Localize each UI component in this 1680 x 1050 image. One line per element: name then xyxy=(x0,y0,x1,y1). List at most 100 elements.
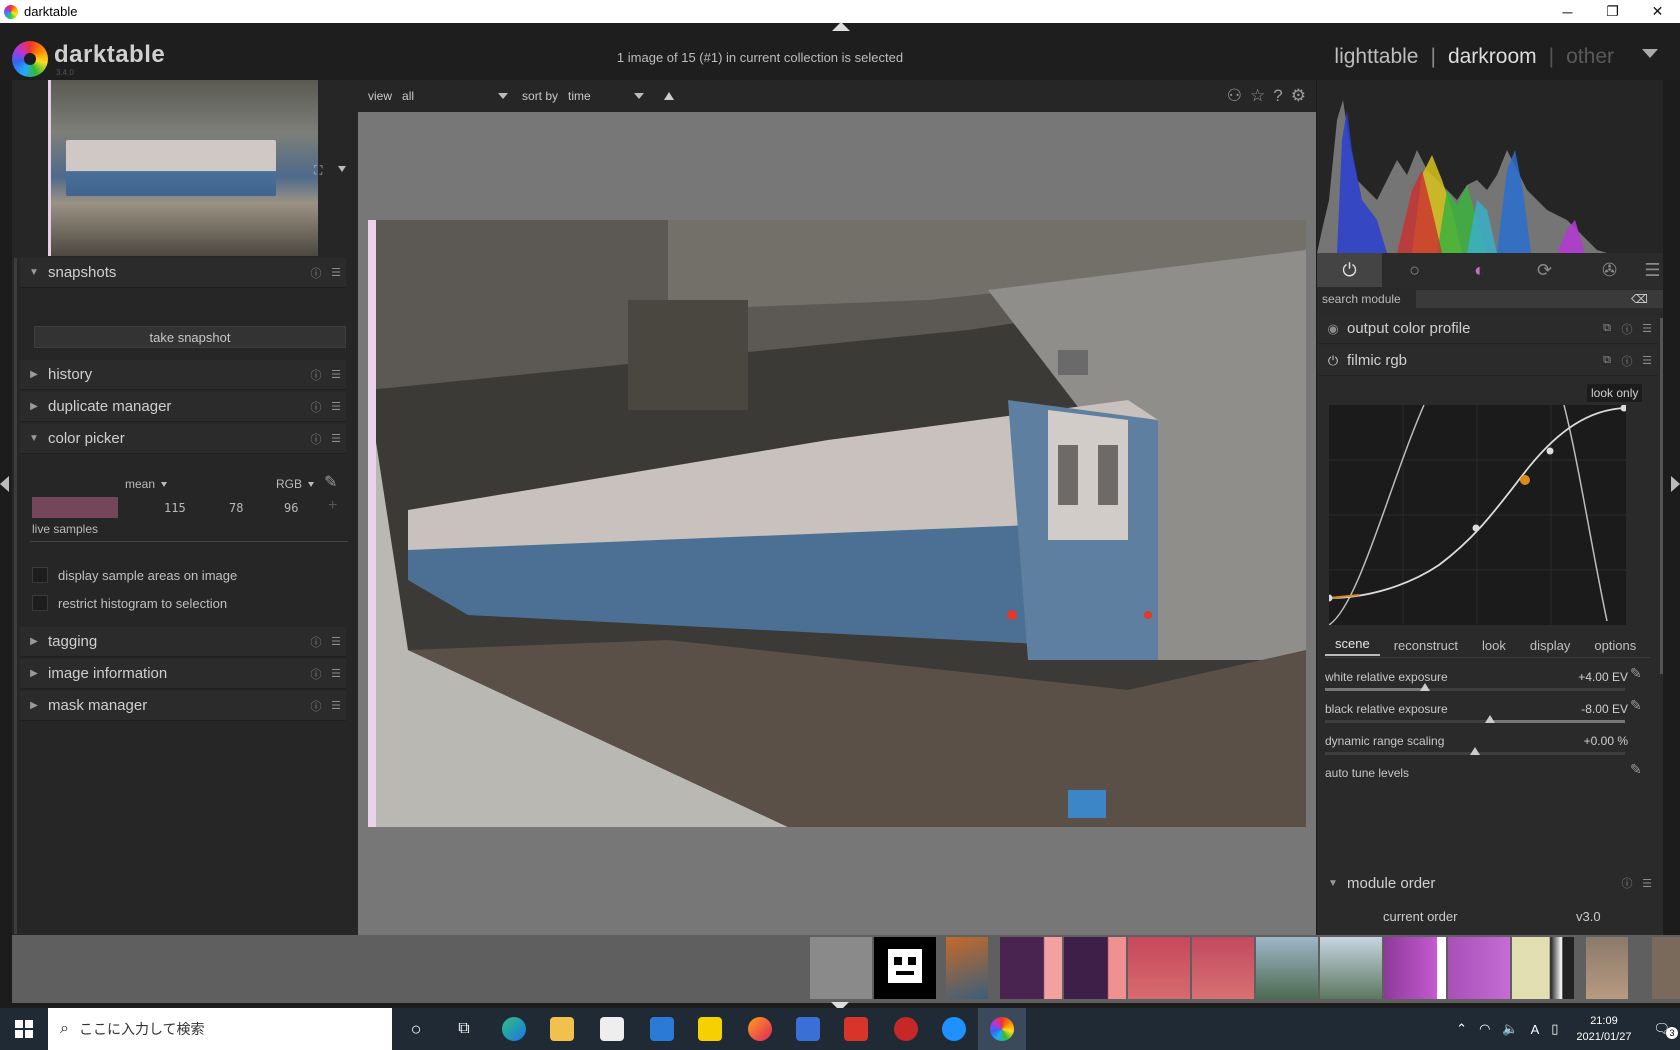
tab-reconstruct[interactable]: reconstruct xyxy=(1394,638,1458,653)
module-tagging[interactable]: ▶ tagging ⓘ ☰ xyxy=(20,627,346,657)
presets-icon[interactable]: ☰ xyxy=(326,266,346,279)
mail-icon[interactable] xyxy=(638,1008,686,1050)
filmstrip-thumb[interactable] xyxy=(946,937,988,999)
presets-icon[interactable]: ☰ xyxy=(1637,322,1657,335)
take-snapshot-button[interactable]: take snapshot xyxy=(34,326,346,348)
module-color-picker[interactable]: ▼ color picker ⓘ ☰ xyxy=(20,424,346,454)
eyedropper-icon[interactable]: ✎ xyxy=(324,472,337,492)
presets-icon[interactable]: ☰ xyxy=(326,368,346,381)
search-module-input[interactable] xyxy=(1416,290,1663,308)
filmstrip-thumb[interactable] xyxy=(1512,937,1574,999)
module-filmic-rgb[interactable]: ⏻ filmic rgb ⧉ ⓘ ☰ xyxy=(1319,346,1657,376)
module-image-information[interactable]: ▶ image information ⓘ ☰ xyxy=(20,659,346,689)
filmic-curve-graph[interactable] xyxy=(1325,404,1628,626)
view-menu-dropdown-icon[interactable] xyxy=(1642,49,1658,58)
view-darkroom[interactable]: darkroom xyxy=(1448,45,1537,69)
effect-group-icon[interactable]: ✇ xyxy=(1577,253,1642,287)
filmstrip-thumb[interactable] xyxy=(1192,937,1254,999)
white-exposure-slider[interactable]: white relative exposure +4.00 EV xyxy=(1325,666,1628,696)
power-icon[interactable]: ◉ xyxy=(1319,321,1347,337)
power-icon[interactable]: ⏻ xyxy=(1319,353,1347,369)
histogram[interactable] xyxy=(1317,80,1663,253)
settings-icon[interactable]: ⚙ xyxy=(1291,86,1306,106)
main-image[interactable] xyxy=(368,220,1306,827)
top-panel-collapse-icon[interactable] xyxy=(832,22,850,31)
reset-icon[interactable]: ⓘ xyxy=(306,399,326,415)
filmstrip-thumb[interactable] xyxy=(874,937,936,999)
presets-icon[interactable]: ☰ xyxy=(1637,877,1657,890)
black-exposure-slider[interactable]: black relative exposure -8.00 EV xyxy=(1325,698,1628,728)
filmstrip-thumb[interactable] xyxy=(1384,937,1446,999)
filmstrip-thumb[interactable] xyxy=(1128,937,1190,999)
notification-icon[interactable]: ▯ xyxy=(1551,1021,1558,1037)
picker-mode-select[interactable]: mean xyxy=(125,477,168,491)
black-exposure-picker-icon[interactable]: ✎ xyxy=(1630,697,1642,714)
filmstrip-thumb[interactable] xyxy=(1000,937,1062,999)
module-output-color-profile[interactable]: ◉ output color profile ⧉ ⓘ ☰ xyxy=(1319,314,1657,344)
module-snapshots[interactable]: ▼ snapshots ⓘ ☰ xyxy=(20,258,346,288)
help-icon[interactable]: ? xyxy=(1273,86,1282,106)
task-view-icon[interactable]: ⧉ xyxy=(440,1008,488,1050)
minimize-button[interactable]: ─ xyxy=(1545,0,1590,23)
module-mask-manager[interactable]: ▶ mask manager ⓘ ☰ xyxy=(20,691,346,721)
store-icon[interactable] xyxy=(588,1008,636,1050)
sort-order-icon[interactable] xyxy=(664,92,675,100)
active-modules-power-icon[interactable]: ⏻ xyxy=(1317,253,1382,287)
display-sample-areas-checkbox[interactable] xyxy=(32,567,48,583)
filmstrip-thumb[interactable] xyxy=(810,937,872,999)
filmstrip-thumb[interactable] xyxy=(1652,937,1680,999)
presets-icon[interactable]: ☰ xyxy=(326,400,346,413)
dynamic-range-slider[interactable]: dynamic range scaling +0.00 % xyxy=(1325,730,1628,760)
chevron-up-icon[interactable]: ⌃ xyxy=(1456,1021,1467,1037)
reset-icon[interactable]: ⓘ xyxy=(306,634,326,650)
tab-options[interactable]: options xyxy=(1594,638,1636,653)
app-icon[interactable] xyxy=(832,1008,880,1050)
maximize-button[interactable]: ❐ xyxy=(1590,0,1635,23)
multi-instance-icon[interactable]: ⧉ xyxy=(1597,322,1617,335)
sticky-notes-icon[interactable] xyxy=(686,1008,734,1050)
picker-space-select[interactable]: RGB xyxy=(276,477,315,491)
view-filter-select[interactable]: all xyxy=(402,89,512,103)
volume-icon[interactable]: 🔈 xyxy=(1502,1021,1518,1037)
base-group-circle-icon[interactable]: ○ xyxy=(1382,253,1447,287)
presets-icon[interactable]: ☰ xyxy=(326,432,346,445)
filmstrip-thumb[interactable] xyxy=(1586,937,1628,999)
restrict-histogram-checkbox[interactable] xyxy=(32,595,48,611)
correct-group-icon[interactable]: ⟳ xyxy=(1512,253,1577,287)
presets-icon[interactable]: ☰ xyxy=(326,635,346,648)
taskbar-search[interactable]: ⌕ ここに入力して検索 xyxy=(48,1008,392,1050)
grouping-icon[interactable]: ⚇ xyxy=(1227,86,1242,106)
right-panel-toggle-icon[interactable] xyxy=(1671,476,1680,492)
look-only-label[interactable]: look only xyxy=(1587,384,1643,402)
filmstrip-thumb[interactable] xyxy=(1064,937,1126,999)
presets-icon[interactable]: ☰ xyxy=(326,667,346,680)
reset-icon[interactable]: ⓘ xyxy=(306,367,326,383)
clock[interactable]: 21:09 2021/01/27 xyxy=(1576,1013,1631,1045)
reset-icon[interactable]: ⓘ xyxy=(1617,321,1637,337)
edge-icon[interactable] xyxy=(490,1008,538,1050)
start-button[interactable] xyxy=(0,1008,48,1050)
zoom-dropdown-icon[interactable] xyxy=(338,166,346,172)
navigation-thumbnail[interactable] xyxy=(48,80,318,256)
reset-icon[interactable]: ⓘ xyxy=(1617,875,1637,891)
ie-icon[interactable] xyxy=(930,1008,978,1050)
module-duplicate-manager[interactable]: ▶ duplicate manager ⓘ ☰ xyxy=(20,392,346,422)
app-icon[interactable] xyxy=(882,1008,930,1050)
tab-display[interactable]: display xyxy=(1530,638,1570,653)
firefox-icon[interactable] xyxy=(736,1008,784,1050)
network-icon[interactable]: ◠ xyxy=(1479,1021,1490,1037)
fullscreen-icon[interactable]: ⛶ xyxy=(314,163,322,178)
filmstrip-thumb[interactable] xyxy=(1256,937,1318,999)
slider-knob[interactable] xyxy=(1485,715,1495,723)
left-scrollbar[interactable] xyxy=(14,258,17,934)
multi-instance-icon[interactable]: ⧉ xyxy=(1597,354,1617,367)
presets-icon[interactable]: ☰ xyxy=(326,699,346,712)
reset-icon[interactable]: ⓘ xyxy=(306,431,326,447)
color-group-icon[interactable]: ◐ xyxy=(1447,253,1512,287)
view-other[interactable]: other xyxy=(1566,45,1614,69)
darktable-taskbar-icon[interactable] xyxy=(978,1008,1026,1050)
filmstrip-thumb[interactable] xyxy=(1320,937,1382,999)
module-history[interactable]: ▶ history ⓘ ☰ xyxy=(20,360,346,390)
action-center-icon[interactable]: 🗨 3 xyxy=(1653,1021,1678,1039)
presets-menu-icon[interactable]: ☰ xyxy=(1642,253,1663,287)
